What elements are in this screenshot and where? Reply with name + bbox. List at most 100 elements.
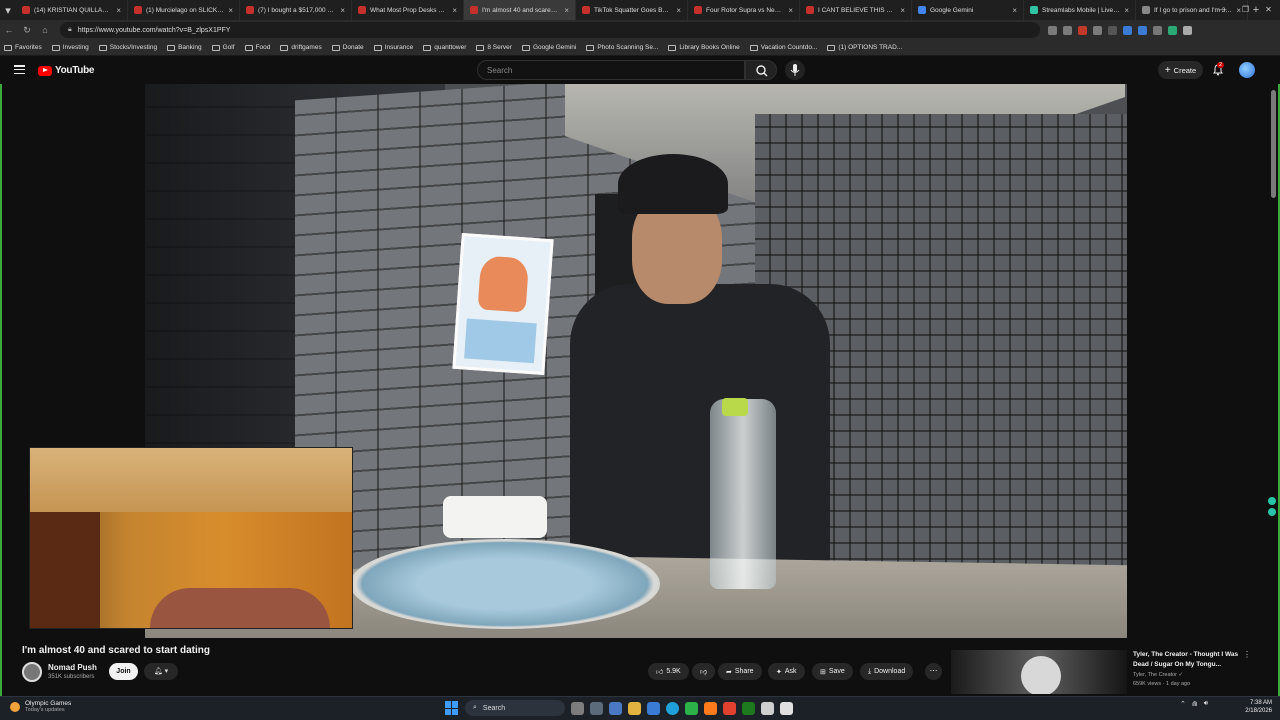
extension-icon[interactable] xyxy=(1138,25,1147,35)
tab-close-icon[interactable]: × xyxy=(340,6,345,15)
ask-button[interactable]: ✦ Ask xyxy=(768,663,805,680)
back-icon[interactable]: ← xyxy=(0,25,18,35)
bookmark-item[interactable]: Google Gemini xyxy=(521,44,576,51)
start-button[interactable] xyxy=(445,701,459,715)
bookmark-item[interactable]: Vacation Countdo... xyxy=(749,44,818,51)
subscription-bell-button[interactable]: 🔔︎ ▾ xyxy=(144,663,178,680)
browser-tab[interactable]: (7) I bought a $517,000 purp × xyxy=(240,0,352,20)
tab-actions-icon[interactable]: ▾ xyxy=(0,4,16,17)
save-button[interactable]: ⊞ Save xyxy=(812,663,853,680)
profile-icon[interactable] xyxy=(1183,25,1192,35)
bookmark-item[interactable]: (1) OPTIONS TRAD... xyxy=(827,44,902,51)
tab-close-icon[interactable]: × xyxy=(1012,6,1017,15)
brave-icon[interactable] xyxy=(723,701,736,715)
hamburger-menu-icon[interactable] xyxy=(14,65,25,75)
extension-icon[interactable] xyxy=(1063,25,1072,35)
browser-tab[interactable]: Google Gemini × xyxy=(912,0,1024,20)
edge-icon[interactable] xyxy=(666,701,679,715)
tab-close-icon[interactable]: × xyxy=(564,6,569,15)
chevron-up-icon[interactable]: ⌃ xyxy=(1180,700,1186,708)
system-tray[interactable]: ⌃ ⋒ 🔊︎ xyxy=(1180,700,1208,708)
search-button[interactable] xyxy=(745,60,777,80)
tab-close-icon[interactable]: × xyxy=(900,6,905,15)
recommended-more-icon[interactable]: ⋮ xyxy=(1243,650,1251,659)
browser-tab[interactable]: What Most Prop Desks Don't × xyxy=(352,0,464,20)
page-scrollbar[interactable] xyxy=(1271,90,1276,198)
dislike-button[interactable]: 👎︎ xyxy=(692,663,716,680)
minimize-icon[interactable]: — xyxy=(1211,0,1234,20)
home-icon[interactable]: ⌂ xyxy=(36,25,54,35)
task-view-icon[interactable] xyxy=(571,701,584,715)
youtube-logo[interactable]: YouTube xyxy=(38,65,95,76)
extension-icon[interactable] xyxy=(1048,25,1057,35)
browser-tab[interactable]: I CANT BELIEVE THIS HAPPE × xyxy=(800,0,912,20)
tab-close-icon[interactable]: × xyxy=(788,6,793,15)
browser-tab[interactable]: (14) KRISTIAN QUILLAMAGO× xyxy=(16,0,128,20)
refresh-icon[interactable]: ↻ xyxy=(18,25,36,36)
extension-icon[interactable] xyxy=(1093,25,1102,35)
app-icon[interactable] xyxy=(609,701,622,715)
file-explorer-icon[interactable] xyxy=(628,701,641,715)
tab-close-icon[interactable]: × xyxy=(452,6,457,15)
volume-icon[interactable]: 🔊︎ xyxy=(1204,700,1208,708)
recommended-video-channel[interactable]: Tyler, The Creator ✓ xyxy=(1133,672,1183,678)
restore-icon[interactable]: ❐ xyxy=(1234,0,1257,20)
tab-close-icon[interactable]: × xyxy=(228,6,233,15)
bookmark-item[interactable]: Library Books Online xyxy=(668,44,740,51)
wifi-icon[interactable]: ⋒ xyxy=(1192,700,1198,708)
bookmark-item[interactable]: Stocks/Investing xyxy=(98,44,157,51)
channel-avatar[interactable] xyxy=(22,662,42,682)
browser-tab[interactable]: Four Rotor Supra vs New Ze × xyxy=(688,0,800,20)
extension-icon[interactable] xyxy=(1168,25,1177,35)
recommended-video-thumbnail[interactable] xyxy=(951,650,1127,694)
join-button[interactable]: Join xyxy=(109,663,138,680)
firefox-icon[interactable] xyxy=(704,701,717,715)
bookmark-item[interactable]: 8 Server xyxy=(476,44,512,51)
bookmark-item[interactable]: Food xyxy=(244,44,270,51)
bookmark-item[interactable]: Favorites xyxy=(4,44,42,51)
settings-icon[interactable] xyxy=(590,701,603,715)
app-icon[interactable] xyxy=(647,701,660,715)
search-input[interactable]: Search xyxy=(477,60,745,80)
close-window-icon[interactable]: ✕ xyxy=(1257,0,1280,20)
extension-icon[interactable] xyxy=(1108,25,1117,35)
bookmark-label: Vacation Countdo... xyxy=(760,44,818,51)
bookmark-item[interactable]: Photo Scanning Se... xyxy=(586,44,658,51)
bookmark-item[interactable]: Investing xyxy=(51,44,89,51)
bookmark-item[interactable]: driftgames xyxy=(280,44,322,51)
create-button[interactable]: + Create xyxy=(1158,61,1203,79)
browser-tab[interactable]: I'm almost 40 and scared to × xyxy=(464,0,576,20)
widgets-button[interactable]: Olympic Games Today's updates xyxy=(10,700,71,713)
channel-name[interactable]: Nomad Push xyxy=(48,663,97,672)
share-button[interactable]: ➦ Share xyxy=(718,663,762,680)
extension-icon[interactable] xyxy=(1078,25,1087,35)
xbox-icon[interactable] xyxy=(742,701,755,715)
app-icon[interactable] xyxy=(761,701,774,715)
app-icon[interactable] xyxy=(685,701,698,715)
like-button[interactable]: 👍︎ 5.9K xyxy=(648,663,689,680)
download-button[interactable]: ⤓ Download xyxy=(860,663,914,680)
url-field[interactable]: 🔒︎ https://www.youtube.com/watch?v=B_zlp… xyxy=(60,22,1040,38)
tab-close-icon[interactable]: × xyxy=(1124,6,1129,15)
extension-icon[interactable] xyxy=(1268,508,1276,516)
browser-tab[interactable]: (1) Murcielago on SLICKS La × xyxy=(128,0,240,20)
bookmark-item[interactable]: Insurance xyxy=(373,44,413,51)
tab-close-icon[interactable]: × xyxy=(676,6,681,15)
system-clock[interactable]: 7:38 AM 2/18/2026 xyxy=(1240,699,1272,715)
tab-close-icon[interactable]: × xyxy=(116,6,121,15)
voice-search-button[interactable] xyxy=(785,60,805,80)
extension-icon[interactable] xyxy=(1153,25,1162,35)
account-avatar[interactable] xyxy=(1239,62,1255,78)
extension-icon[interactable] xyxy=(1123,25,1132,35)
bookmark-item[interactable]: quanttower xyxy=(423,44,466,51)
bookmark-item[interactable]: Banking xyxy=(167,44,202,51)
app-icon[interactable] xyxy=(780,701,793,715)
browser-tab[interactable]: Streamlabs Mobile | Live Str × xyxy=(1024,0,1136,20)
taskbar-search[interactable]: ⌕ Search xyxy=(465,700,565,716)
bookmark-item[interactable]: Golf xyxy=(211,44,235,51)
bookmark-item[interactable]: Donate xyxy=(331,44,364,51)
recommended-video-title[interactable]: Tyler, The Creator - Thought I Was Dead … xyxy=(1133,650,1239,669)
extension-icon[interactable] xyxy=(1268,497,1276,505)
browser-tab[interactable]: TikTok Squatter Goes BACK × xyxy=(576,0,688,20)
more-actions-button[interactable]: ⋯ xyxy=(925,663,942,680)
